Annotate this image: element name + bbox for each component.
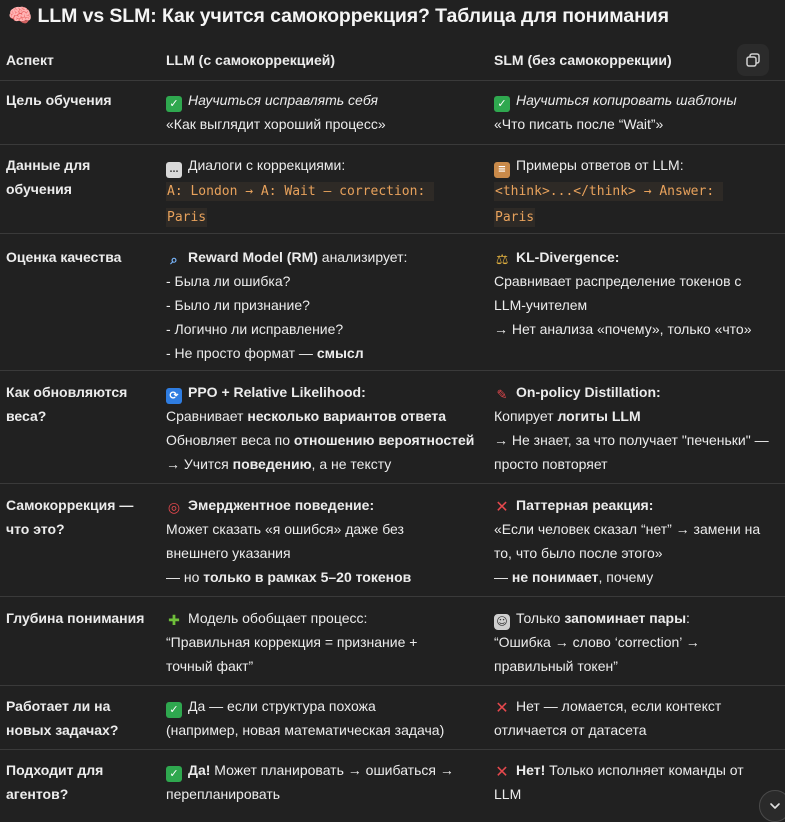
check-icon: ✓	[166, 96, 182, 112]
magnifier-icon: ⌕	[170, 253, 178, 268]
row-slm-cell: ✓ Научиться копировать шаблоны «Что писат…	[494, 92, 737, 132]
row-slm-cell: ⚖ KL-Divergence: Сравнивает распределение…	[494, 249, 752, 337]
scroll-down-button[interactable]	[759, 790, 785, 822]
row-slm-cell: ✕ Нет — ломается, если контекст отличаетс…	[494, 698, 722, 738]
target-icon: ◎	[167, 500, 181, 516]
cycle-arrows-icon: ⟳	[166, 388, 182, 404]
table-row: Цель обучения ✓ Научиться исправлять себя…	[0, 81, 785, 145]
code-snippet: Paris	[494, 208, 536, 227]
row-aspect: Работает ли на новых задачах?	[6, 698, 119, 738]
table-row: Работает ли на новых задачах? ✓ Да — если…	[0, 686, 785, 750]
puzzle-icon: ✚	[168, 613, 180, 629]
row-llm-cell: ✓ Да! Может планировать → ошибаться → пер…	[166, 762, 454, 802]
row-slm-cell: ☺ Только запоминает пары: “Ошибка → слово…	[494, 610, 700, 674]
table-header-row: Аспект LLM (с самокоррекцией) SLM (без с…	[0, 40, 785, 81]
table-row: Глубина понимания ✚ Модель обобщает проце…	[0, 597, 785, 686]
robot-icon: ☺	[494, 614, 510, 630]
row-slm-cell: ✕ Паттерная реакция: «Если человек сказал…	[494, 497, 761, 585]
header-slm: SLM (без самокоррекции)	[494, 52, 672, 68]
scroll-icon: ≡	[494, 162, 510, 178]
table-row: Подходит для агентов? ✓ Да! Может планиро…	[0, 750, 785, 820]
row-slm-cell: ≡ Примеры ответов от LLM: <think>...</thi…	[494, 157, 723, 227]
row-llm-cell: … Диалоги с коррекциями: A: London → A: W…	[166, 157, 435, 227]
row-aspect: Цель обучения	[6, 92, 112, 108]
row-aspect: Глубина понимания	[6, 610, 145, 626]
row-aspect: Данные для обучения	[6, 157, 91, 197]
row-aspect: Подходит для агентов?	[6, 762, 104, 802]
header-llm: LLM (с самокоррекцией)	[166, 52, 335, 68]
row-slm-cell: ✎ On-policy Distillation: Копирует логиты…	[494, 384, 769, 472]
table-row: Самокоррекция — что это? ◎ Эмерджентное п…	[0, 484, 785, 597]
row-llm-cell: ◎ Эмерджентное поведение: Может сказать «…	[166, 497, 412, 585]
check-icon: ✓	[494, 96, 510, 112]
cross-icon: ✕	[495, 497, 509, 516]
speech-bubble-icon: …	[166, 162, 182, 178]
comparison-table: Аспект LLM (с самокоррекцией) SLM (без с…	[0, 40, 785, 820]
row-aspect: Оценка качества	[6, 249, 122, 265]
row-llm-cell: ✚ Модель обобщает процесс: “Правильная ко…	[166, 610, 418, 674]
chevron-down-icon	[770, 803, 780, 809]
table-row: Данные для обучения … Диалоги с коррекция…	[0, 145, 785, 234]
row-llm-cell: ✓ Научиться исправлять себя «Как выглядит…	[166, 92, 386, 132]
row-llm-cell: ⟳ PPO + Relative Likelihood: Сравнивает н…	[166, 384, 475, 472]
code-snippet: A: London → A: Wait — correction:	[166, 182, 435, 201]
row-llm-cell: ✓ Да — если структура похожа (например, н…	[166, 698, 445, 738]
header-aspect: Аспект	[6, 52, 54, 68]
page-title: 🧠 LLM vs SLM: Как учится самокоррекция? …	[8, 5, 669, 27]
row-llm-cell: ⌕ Reward Model (RM) анализирует: - Была л…	[166, 249, 408, 361]
table-row: Как обновляются веса? ⟳ PPO + Relative Li…	[0, 371, 785, 484]
row-aspect: Как обновляются веса?	[6, 384, 128, 424]
code-snippet: Paris	[166, 208, 208, 227]
check-icon: ✓	[166, 702, 182, 718]
pushpin-icon: ✎	[496, 388, 508, 403]
row-slm-cell: ✕ Нет! Только исполняет команды от LLM	[494, 762, 744, 802]
table-row: Оценка качества ⌕ Reward Model (RM) анали…	[0, 234, 785, 371]
cross-icon: ✕	[495, 698, 509, 717]
scales-icon: ⚖	[495, 252, 509, 268]
check-icon: ✓	[166, 766, 182, 782]
code-snippet: <think>...</think> → Answer:	[494, 182, 723, 201]
cross-icon: ✕	[495, 762, 509, 781]
row-aspect: Самокоррекция — что это?	[6, 497, 134, 537]
